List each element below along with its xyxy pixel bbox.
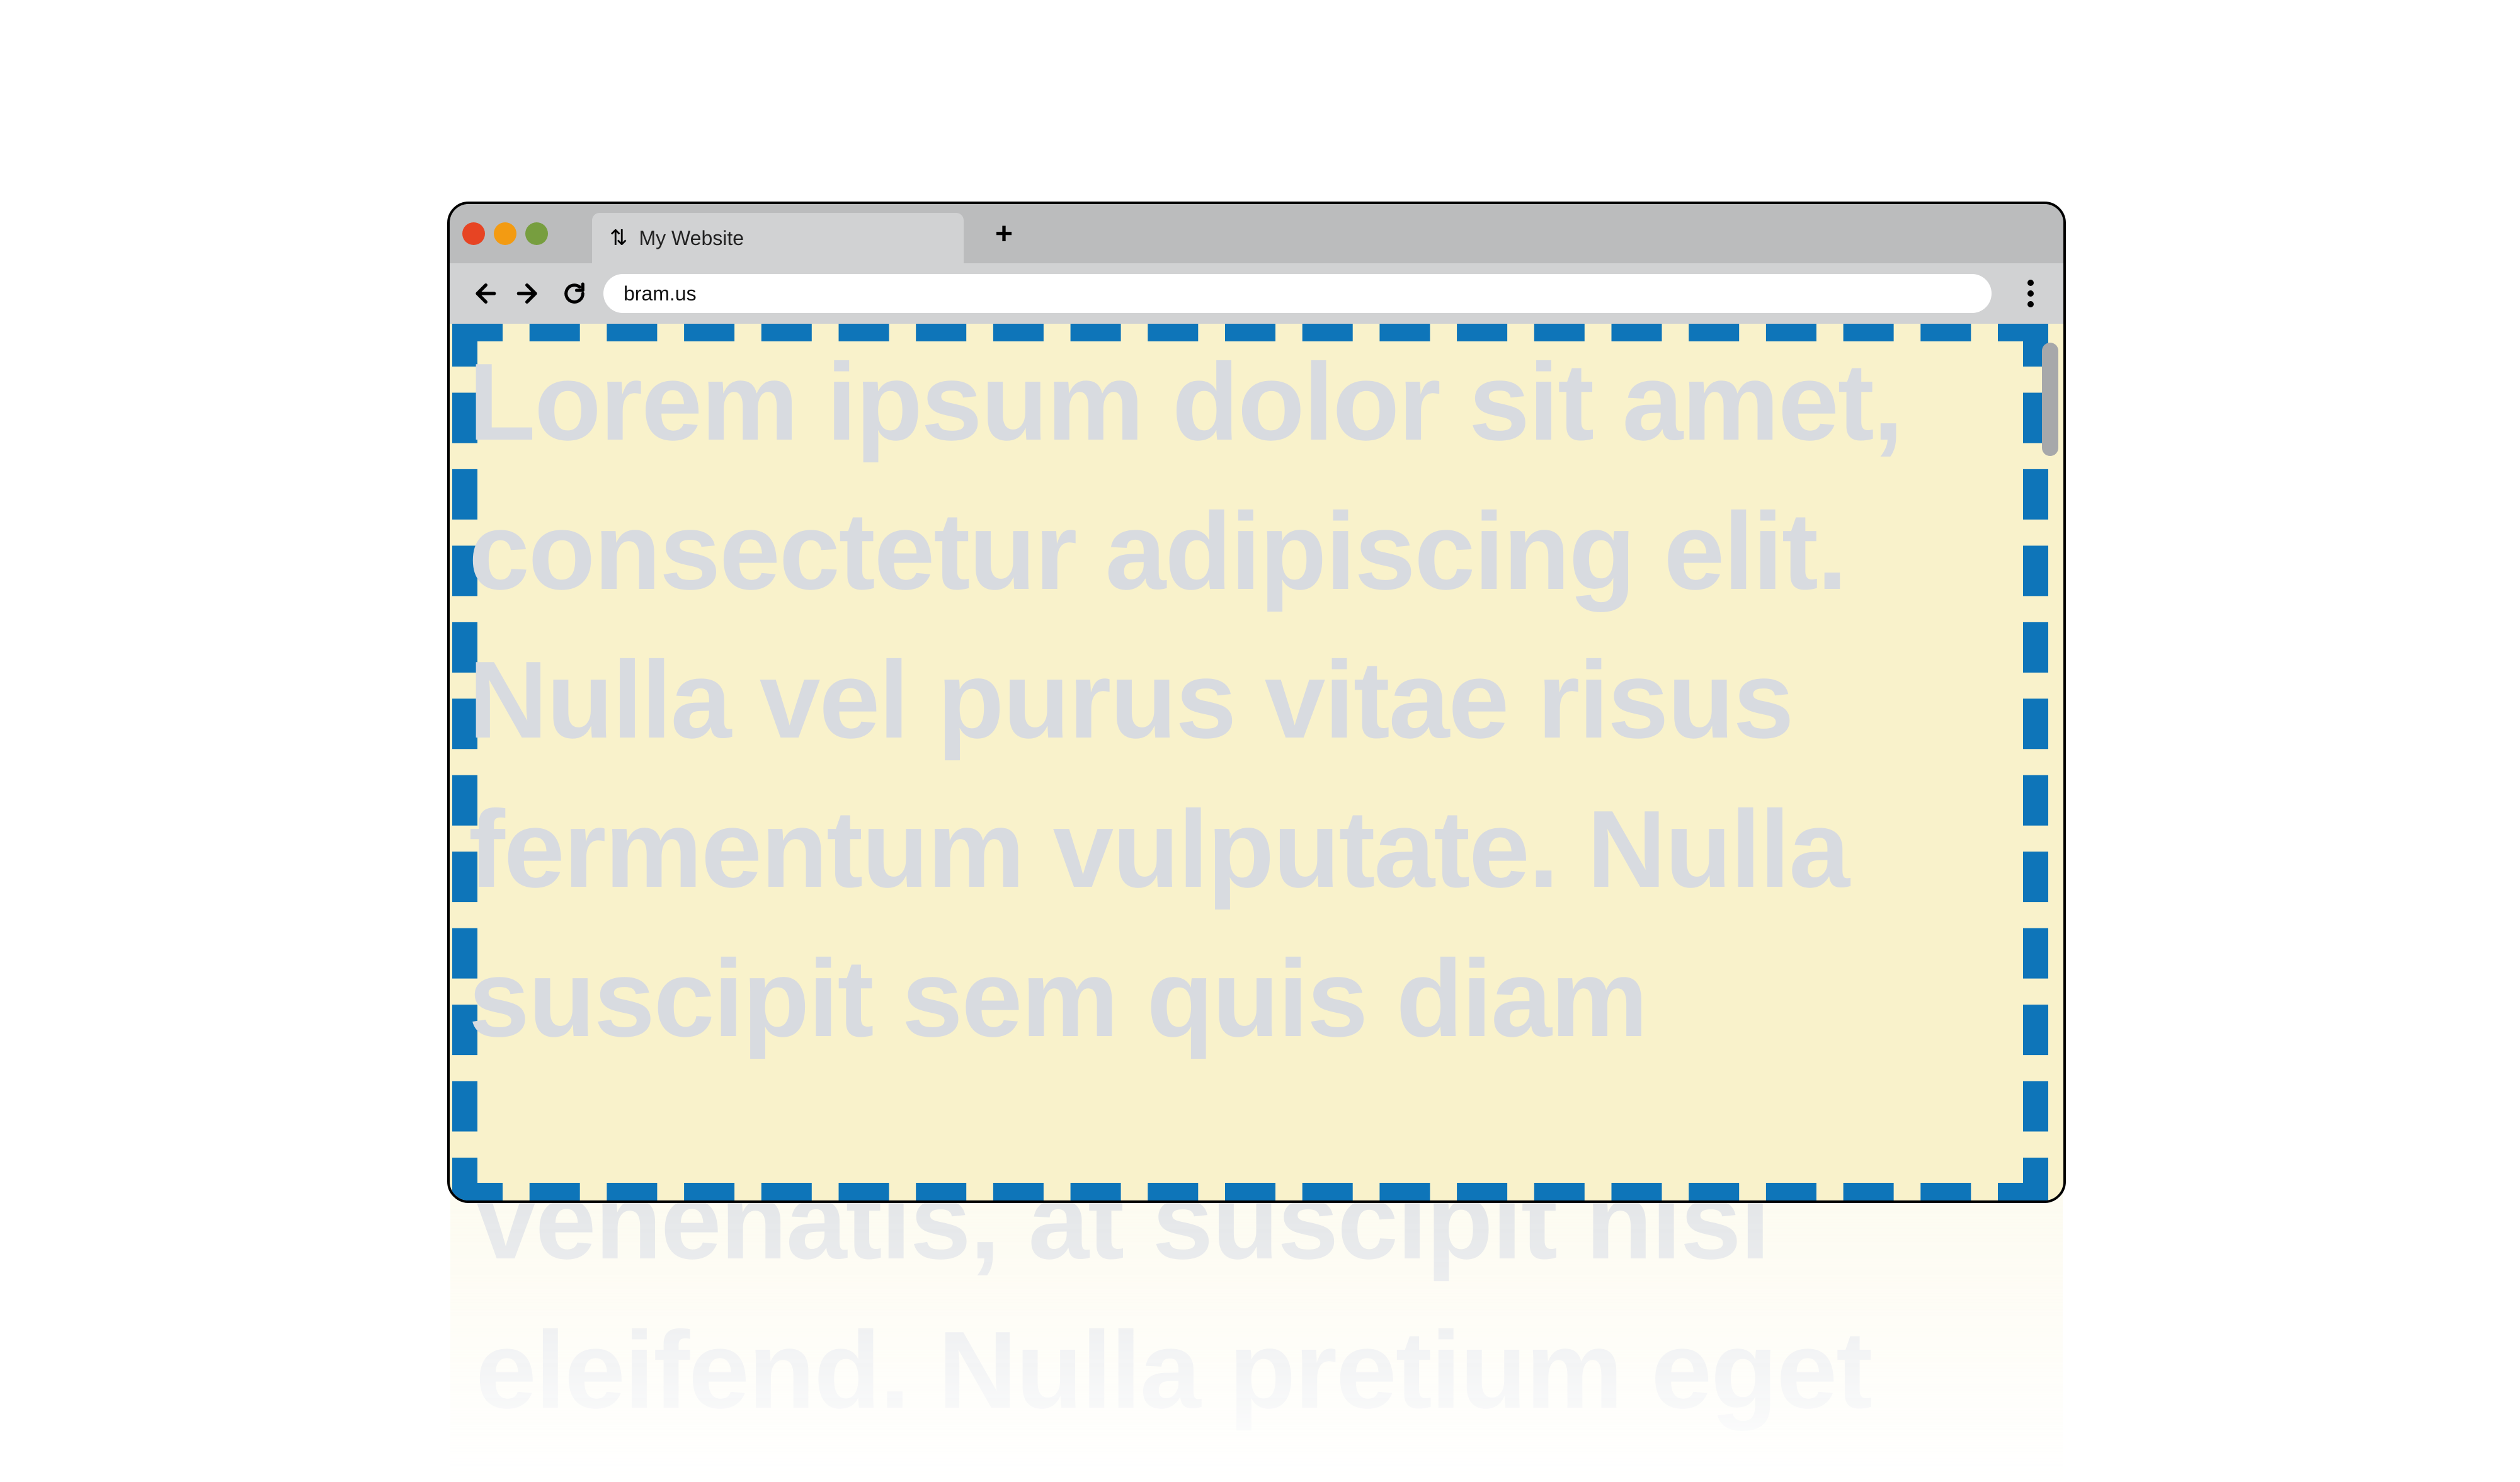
page-content: Lorem ipsum dolor sit amet, consectetur … [450, 324, 2063, 1200]
nav-back-button[interactable] [467, 277, 500, 310]
arrow-right-icon [516, 281, 542, 306]
kebab-dot-icon [2027, 280, 2034, 286]
browser-menu-button[interactable] [2015, 278, 2046, 309]
new-tab-button[interactable]: + [986, 216, 1022, 251]
kebab-dot-icon [2027, 301, 2034, 307]
browser-toolbar: bram.us [450, 263, 2063, 324]
address-bar[interactable]: bram.us [603, 274, 1992, 313]
browser-viewport: Lorem ipsum dolor sit amet, consectetur … [450, 324, 2063, 1200]
nav-reload-button[interactable] [558, 277, 591, 310]
nav-forward-button[interactable] [513, 277, 545, 310]
tab-strip: ⇅ My Website + [450, 204, 2063, 263]
address-bar-url: bram.us [624, 282, 697, 305]
browser-window: ⇅ My Website + [447, 202, 2066, 1203]
reload-icon [562, 281, 587, 306]
kebab-dot-icon [2027, 290, 2034, 297]
browser-tab[interactable]: ⇅ My Website [592, 213, 964, 263]
window-maximize-button[interactable] [525, 222, 548, 245]
tab-favicon-icon: ⇅ [610, 227, 628, 249]
viewport-scrollbar-thumb[interactable] [2042, 343, 2058, 456]
page-body-text: Lorem ipsum dolor sit amet, consectetur … [469, 328, 2026, 1073]
plus-icon: + [995, 217, 1013, 251]
window-controls [462, 222, 548, 245]
window-minimize-button[interactable] [494, 222, 516, 245]
tab-title: My Website [639, 227, 744, 250]
window-close-button[interactable] [462, 222, 485, 245]
arrow-left-icon [471, 281, 496, 306]
